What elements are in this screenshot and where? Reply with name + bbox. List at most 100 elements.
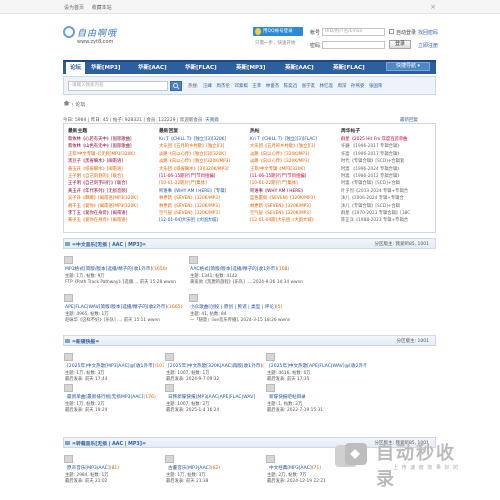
home-icon[interactable] [63,100,70,106]
forum-link[interactable]: 新碟快报吧帖目录 [269,394,306,400]
search-button[interactable] [170,81,182,91]
section-title[interactable]: =转载音乐[无损 | AAC | MP3]= [72,440,146,447]
set-homepage-link[interactable]: 设为首页 [64,5,84,11]
forum-last-post[interactable]: FTP《Path Track Pathway》[选播..., 前天 15:28 … [65,279,176,285]
nav-en-flac[interactable]: 英新[FLAC] [333,62,365,74]
overview-thread-link[interactable]: 群星《2025 Hit Fm 年度百首单曲 [341,136,431,143]
overview-thread-link[interactable]: 黄玉开《纸雀嘛水》[闽南语] [68,166,158,173]
hot-word[interactable]: 林俊杰 [266,84,280,89]
forum-last-post[interactable]: 一「随意」live音乐传播], 2024-3-15 18:26 wwnn [190,317,290,323]
register-link[interactable]: 立即注册 [418,42,438,49]
nav-cn-aac[interactable]: 华新[AAC] [138,62,167,74]
overview-thread-link[interactable]: 许嵩 《1996-2017 专辑合辑》 [341,151,431,158]
overview-thread-link[interactable]: 王菲/中文专辑《MP3[320K] [250,166,340,173]
nav-en-mp3[interactable]: 英新[MP3] [236,62,265,74]
overview-thread-link[interactable]: [10-01-22期]行尸[集体] [250,180,340,187]
overview-thread-link[interactable]: 吴子开《卿卿》[闽南语]MP3[320K] [68,195,158,202]
overview-thread-link[interactable]: 沐儿《2006-2024 专辑+专辑合 [341,195,431,202]
hot-word[interactable]: 张学友 [302,84,316,89]
forum-last-post[interactable]: 最后发表: 前天 17:44 [65,376,107,382]
overview-thread-link[interactable]: 黄子玉《爱你在身旁》[闽南语] [68,217,158,224]
search-input[interactable]: 请输入搜索内容 [68,81,168,91]
breadcrumb-current[interactable]: 论坛 [75,102,85,108]
overview-thread-link[interactable]: 沐儿《专辑合辑》[SCD]+合辑 [341,203,431,210]
forum-link[interactable]: 古董音乐[MP3|AAC](62) [168,465,220,471]
forum-name[interactable]: 中文经典[MP3|AAC] [269,466,312,471]
overview-thread-link[interactable]: 时嵩《专辑合辑》[SCD]+合辑 [341,180,431,187]
forum-link[interactable]: 原声音乐[MP3|AAC](81) [67,465,119,471]
overview-thread-link[interactable]: 大乐团《纸雀嘛水》[3][320K/MP3] [159,166,249,173]
overview-thread-link[interactable]: 林更新《SEVEN》[320K/MP3] [159,203,249,210]
forum-name[interactable]: 原声音乐[MP3|AAC] [67,466,110,471]
forum-name[interactable]: 日韩新碟快报[MP3|AAC|APE|FLAC|WAV] [168,395,255,400]
section-title[interactable]: =新碟快报= [72,338,99,345]
hot-word[interactable]: 周杰伦 [216,84,230,89]
forum-link[interactable]: [2025年]中文热歌[MP3|AAC]@[收1外币](1071) [67,363,164,369]
overview-thread-link[interactable]: 时代《专辑合辑》[SCD]+合辑套 [341,158,431,165]
forum-last-post[interactable]: 黄家驹《荒唐的旅程》[乐队] ..., 2024-9-26 14:34 wwnn [190,279,303,285]
hot-word[interactable]: 孙燕姿 [351,84,365,89]
overview-thread-link[interactable]: 叶子烈《2013-2024 专辑+专辑合 [341,188,431,195]
forum-link[interactable]: 日韩新碟快报[MP3|AAC|APE|FLAC|WAV] [168,394,255,400]
collapse-icon[interactable] [65,242,70,246]
overview-thread-link[interactable]: 群星《1970-2023 专辑合辑》[38C [341,210,431,217]
overview-thread-link[interactable]: 王子明《自己刻划的》[联合] [68,173,158,180]
nav-cn-mp3[interactable]: 华新[MP3] [91,62,120,74]
overview-thread-link[interactable]: 许巍 《1996-2017 专辑合辑》 [341,143,431,150]
section-title[interactable]: =中文音乐[无损 | AAC | MP3]= [72,241,146,248]
overview-thread-link[interactable]: 林更新《SEVEN》[320K/MP3] [159,195,249,202]
hot-word[interactable]: 汪峰 [203,84,212,89]
forum-link[interactable]: [2025年]中文热歌[APE|FLAC|WAV]@[收2外币](1282) [269,363,366,369]
overview-thread-link[interactable]: 时嵩 《1986-2012 专辑合辑》 [341,173,431,180]
password-input[interactable] [322,41,385,49]
overview-thread-link[interactable]: 蔡依林《心若有天中》[国际歌曲] [68,136,158,143]
account-input[interactable]: UID/用户名/Email [322,28,385,36]
hot-word[interactable]: 邓紫棋 [234,84,248,89]
overview-thread-link[interactable]: 阿谁事《WHY AM I HERE》[专辑] [159,188,249,195]
overview-thread-link[interactable]: [12-01-04期]大乐团《大国大城》 [250,217,340,224]
nav-en-aac[interactable]: 英新[AAC] [285,62,314,74]
bookmark-link[interactable]: 收藏本站 [92,5,112,11]
overview-thread-link[interactable]: 淡路《向以心传》[320K/MP3] [250,151,340,158]
forum-name[interactable]: 新碟快报吧帖目录 [269,395,306,400]
collapse-icon[interactable] [65,441,70,445]
forum-link[interactable]: 最新单曲[最新排行榜|无损MP3|AAC](176) [67,394,156,400]
forum-last-post[interactable]: 最后发表: 2022-7-19 15:31 [267,407,323,413]
overview-thread-link[interactable]: 空气层《SEVEN》[320K/MP3] [159,210,249,217]
forum-last-post[interactable]: 最后发表: 前天 17:35 [267,376,309,382]
hot-word[interactable]: 张国荣 [369,84,383,89]
forum-name[interactable]: APE|FLAC|WAV[简版/版本]选播/精子的[收2外币] [65,305,167,310]
hot-word[interactable]: 王菲 [252,84,261,89]
forum-name[interactable]: 小众歌曲[创投 | 原创 | 民谣 | 类型 | 评论] [190,305,276,310]
forum-name[interactable]: AAC格式[简版/版本]选播/精子的[收1外币] [190,267,277,272]
forum-link[interactable]: 小众歌曲[创投 | 原创 | 民谣 | 类型 | 评论](5) [190,304,282,310]
forum-name[interactable]: 古董音乐[MP3|AAC] [168,466,211,471]
forum-link[interactable]: 中文经典[MP3|AAC](71) [269,465,321,471]
forum-link[interactable]: AAC格式[简版/版本]选播/精子的[收1外币](168) [190,266,289,272]
forum-last-post[interactable]: 最后发表: 2024-12-19 22:21 [267,478,326,484]
qq-login-button[interactable]: 用QQ帐号登录 [253,27,303,36]
collapse-icon[interactable] [65,339,70,343]
overview-thread-link[interactable]: 王菲/中文专辑《[无损]MP3[320K] [68,151,158,158]
overview-thread-link[interactable]: Kri T《CHILL T》[独立][3][FLAC] [250,136,340,143]
forum-link[interactable]: MP3格式[简版/版本]选播/精子的[收1外币](1656) [65,266,167,272]
forum-name[interactable]: MP3格式[简版/版本]选播/精子的[收1外币] [65,267,152,272]
forum-last-post[interactable]: 最后发表: 前天 21:38 [166,478,208,484]
forum-name[interactable]: [2025年]中文热歌[APE|FLAC|WAV]@[收2外币] [269,364,366,369]
overview-thread-link[interactable]: 林更新《SEVEN》[320K/MP3] [250,203,340,210]
overview-thread-link[interactable]: 淡路《向以心传》[独立][3][320K] [159,151,249,158]
hot-word[interactable]: 陈奕迅 [284,84,298,89]
overview-thread-link[interactable]: [10-01-22期]行尸[集体] [159,180,249,187]
forum-last-post[interactable]: 最后发表: 2025-1-4 16:24 [166,407,219,413]
overview-thread-link[interactable]: 黑豆子《黑雀嘛水》[闽南语] [68,158,158,165]
overview-thread-link[interactable]: [11-06-15期]行尸[节目组编] [250,173,340,180]
auto-login-checkbox[interactable] [389,29,394,34]
forum-last-post[interactable]: 最后发表: 前天 19:24 [65,407,107,413]
forum-name[interactable]: [2025年]中文热歌[MP3|AAC]@[收1外币] [67,364,154,369]
close-icon[interactable]: × [430,3,436,11]
overview-thread-link[interactable]: [12-01-04]大乐团《大国大城》 [159,217,249,224]
forum-link[interactable]: APE|FLAC|WAV[简版/版本]选播/精子的[收2外币](1665) [65,304,182,310]
nav-cn-flac[interactable]: 华新[FLAC] [185,62,217,74]
overview-thread-link[interactable]: 时嵩 《1996-2024 专辑合辑》 [341,166,431,173]
overview-thread-link[interactable]: 黄玉开《年代系列》[无损音频] [68,188,158,195]
